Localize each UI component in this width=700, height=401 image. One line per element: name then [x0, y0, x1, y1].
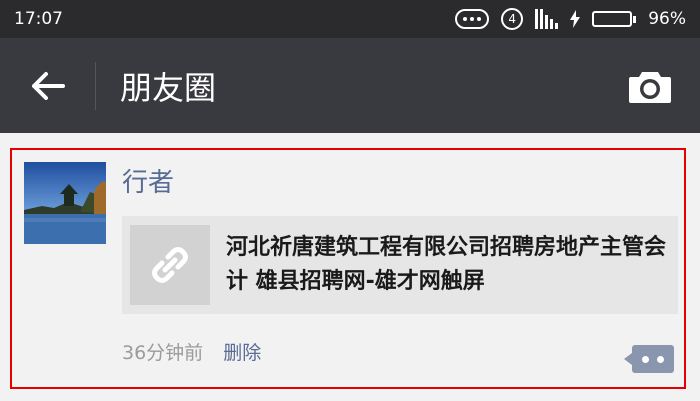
link-thumbnail — [130, 225, 210, 305]
signal-icon — [535, 9, 559, 29]
title-bar: 朋友圈 — [0, 38, 700, 133]
shared-link-card[interactable]: 河北祈唐建筑工程有限公司招聘房地产主管会计 雄县招聘网-雄才网触屏 — [122, 216, 678, 314]
back-button[interactable] — [0, 38, 95, 133]
link-chain-icon — [152, 247, 188, 283]
comment-dots-icon — [642, 355, 649, 363]
avatar[interactable] — [24, 162, 106, 244]
status-icons: 4 96% — [455, 8, 686, 30]
more-dots-icon — [455, 9, 490, 29]
moment-post: 行者 河北祈唐建筑工程有限公司招聘房地产主管会计 雄县招聘网-雄才网触屏 36分… — [10, 148, 686, 389]
post-author-name[interactable]: 行者 — [122, 162, 174, 199]
title-divider — [95, 61, 96, 110]
charging-bolt-icon — [570, 10, 581, 28]
battery-percent: 96% — [648, 9, 686, 29]
sim-slot-icon: 4 — [501, 8, 524, 30]
link-title: 河北祈唐建筑工程有限公司招聘房地产主管会计 雄县招聘网-雄才网触屏 — [226, 235, 667, 294]
delete-button[interactable]: 删除 — [223, 338, 261, 365]
camera-icon — [629, 71, 671, 103]
page-title: 朋友圈 — [120, 68, 217, 107]
avatar-image — [24, 162, 106, 244]
moments-feed: 行者 河北祈唐建筑工程有限公司招聘房地产主管会计 雄县招聘网-雄才网触屏 36分… — [0, 133, 700, 401]
arrow-left-icon — [31, 71, 65, 100]
status-bar: 17:07 4 96% — [0, 0, 700, 38]
post-time: 36分钟前 — [122, 342, 204, 364]
camera-button[interactable] — [600, 38, 700, 133]
battery-icon — [592, 11, 637, 27]
comment-button[interactable] — [624, 345, 674, 373]
status-time: 17:07 — [14, 9, 63, 29]
post-meta: 36分钟前 删除 — [122, 338, 261, 365]
